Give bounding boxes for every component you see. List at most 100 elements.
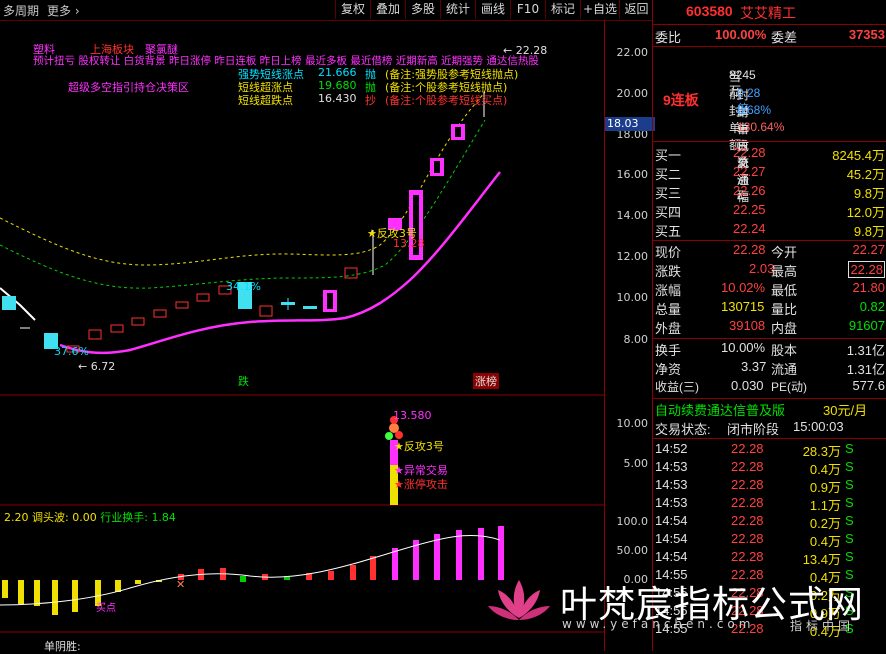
star-icon: ★ [394, 478, 404, 491]
tick-side: S [845, 549, 854, 564]
bid-row[interactable]: 买四 22.25 12.0万 [653, 202, 886, 220]
stat-value: 21.80 [852, 280, 885, 295]
bid-label: 买二 [655, 167, 682, 182]
candles [2, 92, 485, 353]
promo-text: 自动续费通达信普及版 [655, 403, 786, 418]
stat-label: 净资 [655, 362, 682, 377]
indicator-c-label: 行业换手: [100, 511, 148, 524]
stat-label: 收益(三) [655, 380, 699, 394]
tick-row: 14:54 22.28 13.4万 S [653, 549, 886, 567]
status-label: 交易状态: [655, 422, 711, 437]
indicator-header: 2.20 调头波: 0.00 行业换手: 1.84 [4, 509, 176, 525]
tick-side: S [845, 531, 854, 546]
single-yin-label: 单阴胜: [44, 640, 81, 653]
tick-row: 14:54 22.28 0.2万 S [653, 513, 886, 531]
tick-volume: 0.4万 [809, 534, 841, 549]
promo-row[interactable]: 自动续费通达信普及版 30元/月 [653, 400, 886, 418]
more-menu[interactable]: 更多 › [47, 2, 80, 19]
bid-row[interactable]: 买一 22.28 8245.4万 [653, 145, 886, 163]
short-up-value: 19.680 [318, 79, 357, 92]
indicator-b-value: 0.00 [72, 511, 97, 524]
mid-axis-tick: 10.00 [616, 417, 649, 430]
bid-price: 22.25 [733, 202, 766, 217]
tick-volume: 0.9万 [809, 480, 841, 495]
info-row: 封单占成交 0.28倍 [653, 86, 886, 170]
short-down-label: 短线超跌点 [238, 94, 293, 107]
stat-value: 3.37 [741, 359, 767, 374]
bid-volume: 45.2万 [846, 167, 885, 182]
stat-row: 涨幅 10.02% 最低 21.80 [653, 280, 886, 298]
tick-price: 22.28 [731, 495, 764, 510]
die-marker: 跌 [238, 375, 249, 388]
bid-price: 22.27 [733, 164, 766, 179]
pct-low: 37.6% [54, 345, 89, 358]
indicator-b-label: 调头波: [32, 511, 69, 524]
tick-price: 22.28 [731, 531, 764, 546]
more-menu-label: 更多 [47, 4, 72, 18]
tick-price: 22.28 [731, 441, 764, 456]
tick-time: 14:54 [655, 513, 688, 528]
chevron-right-icon: › [74, 4, 80, 18]
tick-time: 14:53 [655, 477, 688, 492]
stat-label: 最高 [771, 264, 798, 279]
stat-row: 收益(三) 0.030 PE(动) 577.6 [653, 378, 886, 396]
stat-row: 现价 22.28 今开 22.27 [653, 242, 886, 260]
stat-label: 涨跌 [655, 264, 682, 279]
stat-label: 换手 [655, 343, 682, 358]
overlay-button[interactable]: 叠加 [370, 0, 405, 19]
stat-label: 现价 [655, 245, 682, 260]
stat-row: 净资 3.37 流通 1.31亿 [653, 359, 886, 377]
period-selector[interactable]: 多周期 [3, 2, 39, 19]
add-watchlist-button[interactable]: +自选 [580, 0, 619, 19]
axis-tick: 20.00 [616, 87, 649, 100]
pct-mid: 34.1% [226, 280, 261, 293]
chart-toolbar: 多周期 更多 › 复权 叠加 多股 统计 画线 F10 标记 +自选 返回 [0, 0, 652, 21]
stat-label: 外盘 [655, 321, 682, 336]
multi-stock-button[interactable]: 多股 [405, 0, 440, 19]
bid-row[interactable]: 买三 22.26 9.8万 [653, 183, 886, 201]
tick-time: 14:54 [655, 531, 688, 546]
restore-rights-button[interactable]: 复权 [335, 0, 370, 19]
stat-label: 股本 [771, 343, 798, 358]
bid-row[interactable]: 买五 22.24 9.8万 [653, 221, 886, 239]
lower-axis-tick: 50.00 [616, 544, 649, 557]
bid-volume: 12.0万 [846, 205, 885, 220]
stat-label: 内盘 [771, 321, 798, 336]
quote-panel: 603580 艾艾精工 委比 100.00% 委差 37353 9连板 当前封单… [652, 0, 886, 651]
mid-value: 13.580 [393, 409, 432, 422]
back-button[interactable]: 返回 [619, 0, 653, 19]
tick-row: 14:52 22.28 28.3万 S [653, 441, 886, 459]
bid-volume: 8245.4万 [832, 148, 885, 163]
indicator-a: 2.20 [4, 511, 29, 524]
stat-value: 1.31亿 [846, 362, 885, 377]
lotus-logo-icon [488, 580, 550, 620]
weicha-label: 委差 [771, 30, 798, 45]
tick-volume: 1.1万 [809, 498, 841, 513]
mark-button[interactable]: 标记 [545, 0, 580, 19]
short-down-value: 16.430 [318, 92, 357, 105]
low-mark: ← 6.72 [78, 360, 116, 373]
f10-button[interactable]: F10 [510, 0, 545, 19]
tick-time: 14:52 [655, 441, 688, 456]
stat-value: 130715 [721, 299, 765, 314]
mid-zhangting-label: 涨停攻击 [403, 478, 448, 491]
draw-line-button[interactable]: 画线 [475, 0, 510, 19]
tick-side: S [845, 513, 854, 528]
lower-axis-tick: 100.0 [616, 515, 649, 528]
kline-chart[interactable]: ✕ [0, 20, 604, 651]
high-mark-value: 22.28 [515, 44, 548, 57]
tick-time: 14:53 [655, 495, 688, 510]
short-down-act: 抄 [365, 94, 376, 107]
statistics-button[interactable]: 统计 [440, 0, 475, 19]
bid-row[interactable]: 买二 22.27 45.2万 [653, 164, 886, 182]
axis-tick: 8.00 [623, 333, 649, 346]
stat-value: 10.00% [721, 340, 766, 355]
tick-volume: 0.4万 [809, 462, 841, 477]
status-value: 闭市阶段 [727, 422, 780, 437]
stat-label: PE(动) [771, 380, 808, 394]
indicator-bars [2, 526, 504, 615]
status-time: 15:00:03 [793, 419, 844, 434]
stat-value: 577.6 [852, 378, 885, 393]
stat-label: 流通 [771, 362, 798, 377]
tick-price: 22.28 [731, 513, 764, 528]
